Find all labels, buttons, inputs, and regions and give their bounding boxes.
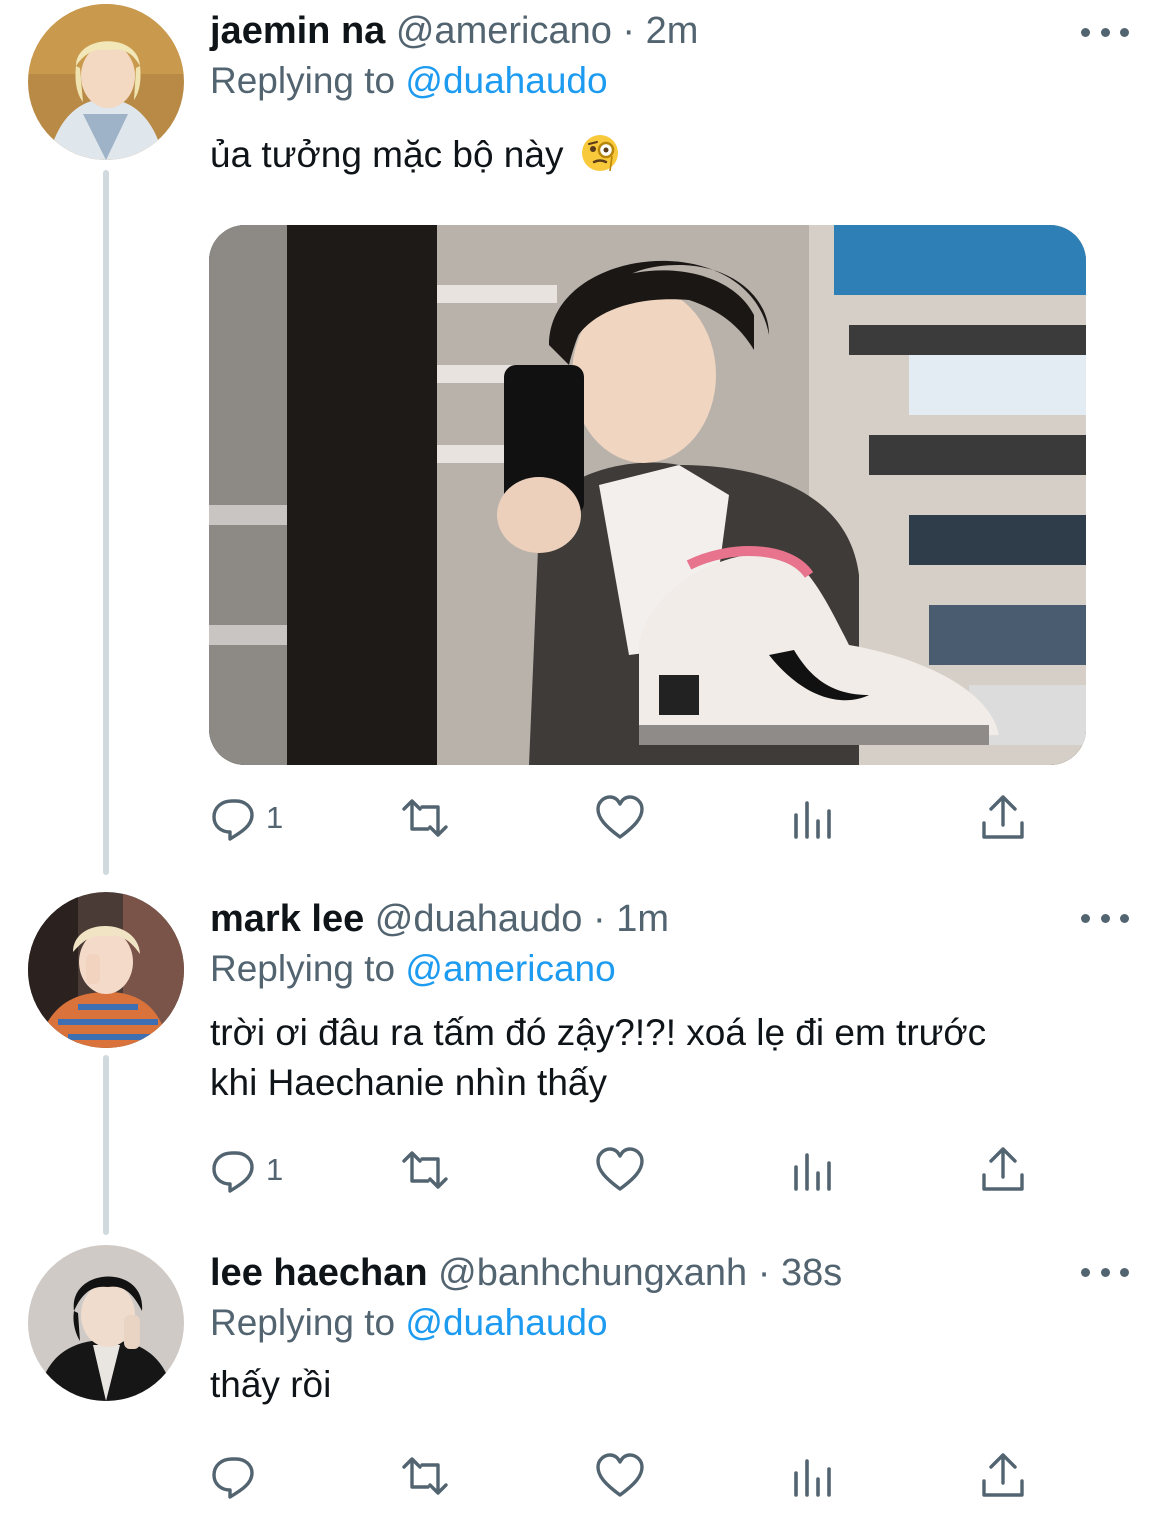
share-icon: [982, 1453, 1024, 1497]
user-handle[interactable]: @banhchungxanh: [438, 1252, 747, 1294]
tweet[interactable]: jaemin na @americano · 2m Replying to @d…: [210, 6, 1129, 180]
avatar[interactable]: [28, 1245, 184, 1401]
analytics-icon: [794, 801, 831, 839]
analytics-icon: [794, 1153, 831, 1191]
tweet-text-line: trời ơi đâu ra tấm đó zậy?!?! xoá lẹ đi …: [210, 1012, 987, 1053]
heart-icon: [596, 1147, 644, 1191]
share-icon: [982, 795, 1024, 839]
heart-icon: [596, 1453, 644, 1497]
avatar-photo: [28, 4, 184, 160]
mention-link[interactable]: @duahaudo: [405, 1302, 607, 1343]
tweet-actions: 1: [210, 788, 1040, 848]
avatar[interactable]: [28, 892, 184, 1048]
replying-to: Replying to @duahaudo: [210, 1298, 1129, 1348]
more-icon[interactable]: [1081, 22, 1129, 42]
tweet-text-line: khi Haechanie nhìn thấy: [210, 1062, 607, 1103]
tweet-header: jaemin na @americano · 2m: [210, 6, 1129, 56]
tweet-text: thấy rồi: [210, 1360, 1129, 1410]
reply-button[interactable]: 1: [210, 1140, 283, 1200]
display-name[interactable]: lee haechan: [210, 1252, 428, 1294]
replying-to: Replying to @americano: [210, 944, 1129, 994]
more-icon[interactable]: [1081, 1262, 1129, 1282]
reply-button[interactable]: [210, 1446, 266, 1506]
share-button[interactable]: [978, 1140, 1028, 1200]
retweet-button[interactable]: [400, 1446, 450, 1506]
like-button[interactable]: [595, 1140, 645, 1200]
user-handle[interactable]: @americano: [396, 10, 612, 52]
tweet-text-content: ủa tưởng mặc bộ này: [210, 134, 564, 175]
tweet-media-image[interactable]: [209, 225, 1086, 765]
display-name[interactable]: jaemin na: [210, 10, 385, 52]
retweet-icon: [402, 799, 448, 837]
reply-button[interactable]: 1: [210, 788, 283, 848]
avatar[interactable]: [28, 4, 184, 160]
selfie-photo: [209, 225, 1086, 765]
analytics-icon: [794, 1459, 831, 1497]
share-button[interactable]: [978, 1446, 1028, 1506]
tweet-actions: 1: [210, 1140, 1040, 1200]
retweet-icon: [402, 1151, 448, 1189]
separator-dot: ·: [622, 10, 636, 52]
analytics-button[interactable]: [788, 1446, 838, 1506]
timestamp[interactable]: 2m: [646, 10, 699, 52]
display-name[interactable]: mark lee: [210, 898, 364, 940]
replying-to-label: Replying to: [210, 1302, 396, 1343]
like-button[interactable]: [595, 788, 645, 848]
timestamp[interactable]: 38s: [781, 1252, 842, 1294]
analytics-button[interactable]: [788, 1140, 838, 1200]
tweet[interactable]: mark lee @duahaudo · 1m Replying to @ame…: [210, 894, 1129, 1108]
tweet-text: trời ơi đâu ra tấm đó zậy?!?! xoá lẹ đi …: [210, 1008, 1129, 1108]
reply-thread: jaemin na @americano · 2m Replying to @d…: [0, 0, 1169, 1525]
tweet-header: lee haechan @banhchungxanh · 38s: [210, 1248, 1129, 1298]
tweet-actions: [210, 1446, 1040, 1506]
mention-link[interactable]: @duahaudo: [405, 60, 607, 101]
reply-count: 1: [266, 800, 284, 835]
replying-to-label: Replying to: [210, 948, 396, 989]
separator-dot: ·: [593, 898, 606, 940]
tweet[interactable]: lee haechan @banhchungxanh · 38s Replyin…: [210, 1248, 1129, 1410]
separator-dot: ·: [757, 1252, 771, 1294]
more-icon[interactable]: [1081, 908, 1129, 928]
user-handle[interactable]: @duahaudo: [375, 898, 583, 940]
mention-link[interactable]: @americano: [405, 948, 615, 989]
retweet-button[interactable]: [400, 788, 450, 848]
share-icon: [982, 1147, 1024, 1191]
share-button[interactable]: [978, 788, 1028, 848]
like-button[interactable]: [595, 1446, 645, 1506]
tweet-text: ủa tưởng mặc bộ này: [210, 130, 1129, 180]
tweet-text-content: thấy rồi: [210, 1364, 332, 1405]
retweet-button[interactable]: [400, 1140, 450, 1200]
thread-line: [103, 170, 109, 875]
avatar-photo: [28, 892, 184, 1048]
reply-icon: [212, 1457, 254, 1499]
avatar-photo: [28, 1245, 184, 1401]
heart-icon: [596, 795, 644, 839]
thread-line: [103, 1055, 109, 1235]
reply-count: 1: [266, 1152, 284, 1187]
analytics-button[interactable]: [788, 788, 838, 848]
replying-to-label: Replying to: [210, 60, 396, 101]
retweet-icon: [402, 1457, 448, 1495]
reply-icon: [212, 799, 254, 841]
replying-to: Replying to @duahaudo: [210, 56, 1129, 106]
timestamp[interactable]: 1m: [616, 898, 669, 940]
tweet-header: mark lee @duahaudo · 1m: [210, 894, 1129, 944]
face-with-monocle-emoji: [581, 135, 618, 172]
reply-icon: [212, 1151, 254, 1193]
